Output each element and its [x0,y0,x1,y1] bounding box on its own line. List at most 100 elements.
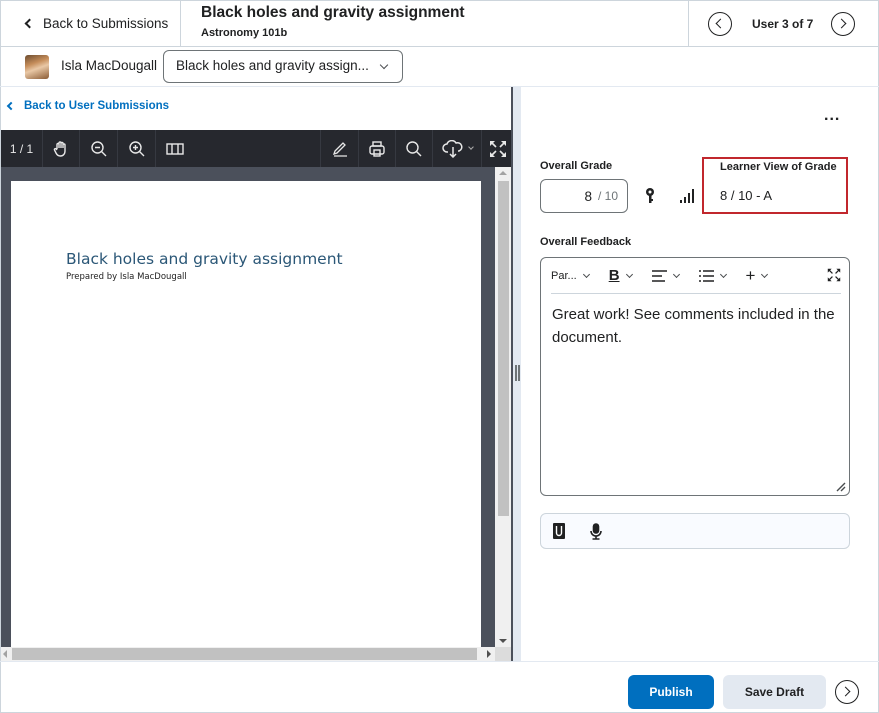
overall-feedback-label: Overall Feedback [540,236,632,248]
back-to-user-submissions-label: Back to User Submissions [24,100,170,112]
search-button[interactable] [396,130,433,167]
chevron-down-icon [582,270,590,278]
footer: Publish Save Draft [0,661,879,713]
learner-view-of-grade: Learner View of Grade 8 / 10 - A [702,157,848,214]
zoom-in-button[interactable] [118,130,156,167]
avatar [25,55,49,79]
save-draft-button[interactable]: Save Draft [723,675,826,709]
student-name: Isla MacDougall [61,58,158,73]
publish-button[interactable]: Publish [628,675,714,709]
search-icon [406,140,422,156]
scroll-up-arrow-icon[interactable] [499,171,507,175]
feedback-text[interactable]: Great work! See comments included in the… [552,303,837,349]
chevron-left-icon [715,18,726,28]
scroll-right-arrow-icon[interactable] [487,650,491,658]
attachments-bar [540,513,850,549]
document-pane: Back to User Submissions 1 / 1 Black hol… [0,87,514,661]
title-block: Black holes and gravity assignment Astro… [201,4,465,39]
learner-view-value: 8 / 10 - A [720,188,773,203]
plus-icon: + [745,265,756,285]
next-user-button[interactable] [831,11,856,36]
microphone-icon[interactable] [590,523,602,540]
assignment-select[interactable]: Black holes and gravity assign... [163,50,403,83]
pane-splitter[interactable] [511,87,521,661]
feedback-editor[interactable]: Par... B + Great work! See comments incl… [540,257,850,496]
assignment-select-value: Black holes and gravity assign... [176,58,369,73]
document-viewer: 1 / 1 Black holes and gravity assignment… [1,130,514,661]
bulleted-list-icon [698,269,714,282]
overall-grade-label: Overall Grade [540,160,613,172]
pdf-page: Black holes and gravity assignment Prepa… [11,181,481,661]
scrollbar-corner [495,647,512,661]
next-student-button[interactable] [835,680,859,704]
scroll-left-arrow-icon[interactable] [3,650,7,658]
vertical-scrollbar[interactable] [495,167,512,647]
editor-toolbar: Par... B + [551,258,841,294]
user-navigation: User 3 of 7 [688,0,879,47]
horizontal-scrollbar[interactable] [1,647,495,661]
document-title: Black holes and gravity assignment [66,250,343,268]
hand-tool-button[interactable] [43,130,80,167]
list-dropdown[interactable] [698,269,727,282]
student-bar: Isla MacDougall Black holes and gravity … [0,47,879,87]
annotate-pen-icon [332,141,347,157]
grade-value: 8 [584,188,592,204]
drag-handle-icon [515,365,520,381]
fullscreen-icon[interactable] [827,268,841,282]
zoom-out-icon [90,140,106,156]
bold-icon: B [608,267,620,284]
paragraph-format-dropdown[interactable]: Par... [551,269,590,282]
more-options-button[interactable]: ... [824,107,840,125]
signal-bars-icon[interactable] [679,188,695,204]
align-dropdown[interactable] [651,269,680,282]
chevron-down-icon [761,270,769,278]
user-position: User 3 of 7 [752,16,814,31]
previous-user-button[interactable] [708,11,732,36]
document-subtitle: Prepared by Isla MacDougall [66,272,187,282]
header: Back to Submissions Black holes and grav… [0,0,879,47]
course-name: Astronomy 101b [201,27,288,39]
insert-dropdown[interactable]: + [745,265,769,286]
chevron-down-icon [719,270,727,278]
overall-grade-input[interactable]: 8 / 10 [540,179,628,213]
grade-denominator: / 10 [597,189,618,203]
chevron-right-icon [840,686,851,697]
bold-dropdown[interactable]: B [608,267,633,284]
fullscreen-icon [490,140,506,157]
page-view-button[interactable] [156,130,194,167]
page-view-icon [166,142,184,155]
scroll-down-arrow-icon[interactable] [499,639,507,643]
chevron-down-icon [379,60,389,70]
page-indicator: 1 / 1 [1,130,43,167]
page-title: Black holes and gravity assignment [201,4,465,21]
back-to-submissions-link[interactable]: Back to Submissions [0,0,181,47]
back-to-user-submissions-link[interactable]: Back to User Submissions [6,100,170,112]
zoom-in-icon [128,140,144,156]
chevron-right-icon [836,18,847,28]
grading-pane: ... Overall Grade 8 / 10 Learner View of… [521,87,879,661]
hand-tool-icon [53,140,66,157]
resize-handle-icon[interactable] [834,480,846,492]
align-left-icon [651,269,667,282]
paragraph-format-label: Par... [551,269,577,282]
back-to-submissions-label: Back to Submissions [43,16,169,31]
vertical-scroll-thumb[interactable] [498,181,509,516]
download-button[interactable] [433,130,482,167]
chevron-down-icon [467,144,474,150]
annotate-button[interactable] [321,130,359,167]
download-icon [441,139,463,158]
print-icon [369,140,385,157]
attach-file-icon[interactable] [553,523,565,539]
toolbar-spacer [194,130,321,167]
key-icon[interactable] [643,187,657,205]
chevron-down-icon [625,270,633,278]
viewer-toolbar: 1 / 1 [1,130,514,167]
horizontal-scroll-thumb[interactable] [12,648,477,660]
chevron-left-icon [6,101,16,111]
zoom-out-button[interactable] [80,130,118,167]
print-button[interactable] [359,130,396,167]
learner-view-label: Learner View of Grade [720,161,837,173]
chevron-left-icon [24,18,35,29]
fullscreen-button[interactable] [482,130,514,167]
chevron-down-icon [672,270,680,278]
